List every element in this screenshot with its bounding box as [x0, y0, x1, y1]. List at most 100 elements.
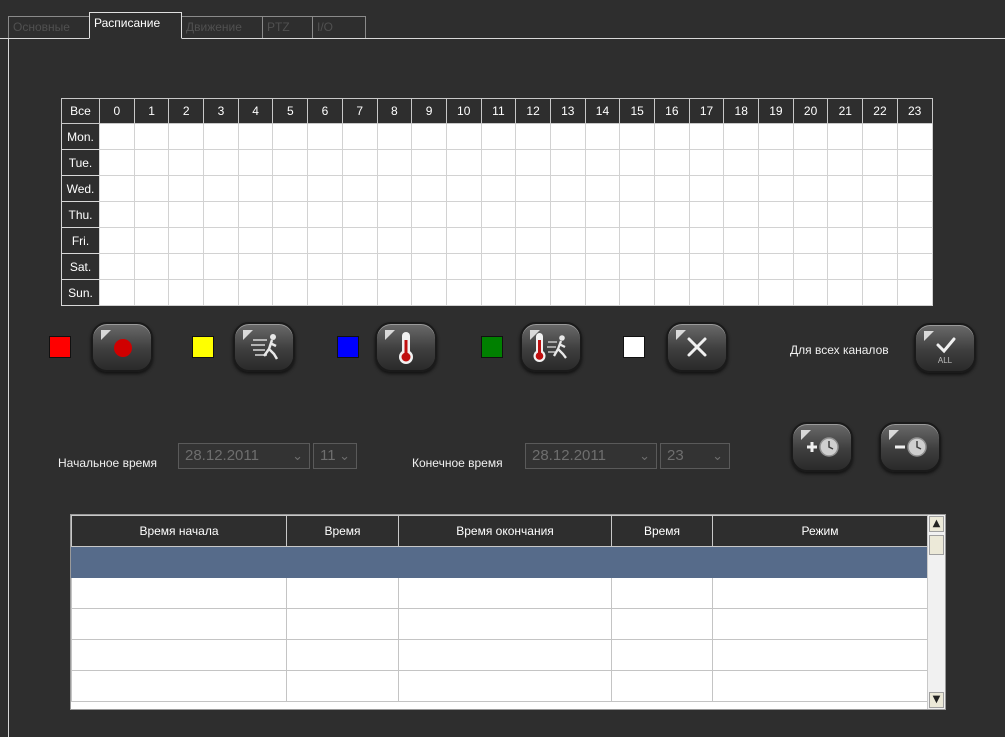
schedule-cell[interactable] — [203, 279, 239, 306]
schedule-cell[interactable] — [203, 227, 239, 254]
schedule-cell[interactable] — [272, 279, 309, 306]
tab-ptz[interactable]: PTZ — [262, 16, 313, 38]
schedule-cell[interactable] — [758, 253, 794, 280]
schedule-cell[interactable] — [272, 175, 309, 202]
schedule-cell[interactable] — [168, 227, 205, 254]
schedule-cell[interactable] — [480, 227, 517, 254]
schedule-cell[interactable] — [168, 279, 205, 306]
schedule-cell[interactable] — [99, 123, 135, 150]
schedule-cell[interactable] — [862, 149, 898, 176]
schedule-cell[interactable] — [480, 149, 517, 176]
schedule-cell[interactable] — [411, 227, 447, 254]
remove-time-button[interactable] — [879, 422, 941, 472]
start-hour-combo[interactable]: 11 ⌄ — [313, 443, 357, 469]
vertical-scrollbar[interactable]: ▲ ▼ — [927, 515, 945, 709]
schedule-cell[interactable] — [549, 149, 586, 176]
schedule-cell[interactable] — [203, 201, 239, 228]
schedule-cell[interactable] — [133, 279, 170, 306]
schedule-cell[interactable] — [827, 175, 864, 202]
schedule-cell[interactable] — [584, 149, 621, 176]
alarm-motion-mode-button[interactable] — [520, 322, 582, 372]
schedule-cell[interactable] — [203, 123, 239, 150]
schedule-cell[interactable] — [480, 279, 517, 306]
schedule-cell[interactable] — [654, 227, 690, 254]
schedule-cell[interactable] — [203, 253, 239, 280]
schedule-cell[interactable] — [307, 253, 343, 280]
schedule-cell[interactable] — [99, 201, 135, 228]
schedule-cell[interactable] — [272, 253, 309, 280]
schedule-cell[interactable] — [133, 253, 170, 280]
record-mode-button[interactable] — [91, 322, 153, 372]
hour-header[interactable]: 21 — [827, 98, 864, 124]
schedule-cell[interactable] — [688, 149, 725, 176]
schedule-cell[interactable] — [792, 149, 829, 176]
day-label[interactable]: Mon. — [61, 123, 100, 150]
schedule-cell[interactable] — [307, 227, 343, 254]
schedule-cell[interactable] — [723, 123, 760, 150]
table-row[interactable] — [71, 608, 928, 640]
schedule-cell[interactable] — [758, 149, 794, 176]
schedule-cell[interactable] — [133, 227, 170, 254]
hour-header[interactable]: 8 — [376, 98, 413, 124]
hour-header[interactable]: 5 — [272, 98, 309, 124]
schedule-cell[interactable] — [654, 279, 690, 306]
hour-header[interactable]: 4 — [237, 98, 274, 124]
schedule-cell[interactable] — [549, 201, 586, 228]
schedule-cell[interactable] — [654, 201, 690, 228]
select-all-button[interactable]: Все — [61, 98, 100, 124]
schedule-cell[interactable] — [480, 201, 517, 228]
schedule-cell[interactable] — [411, 175, 447, 202]
schedule-cell[interactable] — [896, 279, 933, 306]
schedule-cell[interactable] — [272, 149, 309, 176]
schedule-cell[interactable] — [237, 227, 274, 254]
schedule-cell[interactable] — [237, 279, 274, 306]
schedule-cell[interactable] — [307, 201, 343, 228]
schedule-cell[interactable] — [758, 201, 794, 228]
motion-mode-button[interactable] — [233, 322, 295, 372]
schedule-cell[interactable] — [411, 123, 447, 150]
schedule-cell[interactable] — [688, 201, 725, 228]
hour-header[interactable]: 0 — [99, 98, 135, 124]
schedule-cell[interactable] — [549, 175, 586, 202]
day-label[interactable]: Sun. — [61, 279, 100, 306]
schedule-cell[interactable] — [896, 201, 933, 228]
schedule-cell[interactable] — [688, 123, 725, 150]
clear-mode-button[interactable] — [666, 322, 728, 372]
schedule-cell[interactable] — [827, 227, 864, 254]
hour-header[interactable]: 9 — [411, 98, 447, 124]
schedule-cell[interactable] — [654, 253, 690, 280]
hour-header[interactable]: 2 — [168, 98, 205, 124]
schedule-cell[interactable] — [827, 149, 864, 176]
schedule-cell[interactable] — [411, 149, 447, 176]
schedule-cell[interactable] — [896, 253, 933, 280]
schedule-cell[interactable] — [619, 227, 655, 254]
hour-header[interactable]: 11 — [480, 98, 517, 124]
schedule-cell[interactable] — [168, 149, 205, 176]
column-header-start-time[interactable]: Время начала — [71, 515, 287, 547]
schedule-cell[interactable] — [237, 201, 274, 228]
schedule-cell[interactable] — [549, 279, 586, 306]
schedule-cell[interactable] — [445, 253, 482, 280]
tab-motion[interactable]: Движение — [181, 16, 263, 38]
tab-basic[interactable]: Основные — [8, 16, 90, 38]
scroll-thumb[interactable] — [929, 535, 944, 555]
schedule-cell[interactable] — [723, 201, 760, 228]
schedule-cell[interactable] — [307, 149, 343, 176]
schedule-cell[interactable] — [654, 149, 690, 176]
schedule-cell[interactable] — [99, 227, 135, 254]
schedule-cell[interactable] — [445, 123, 482, 150]
alarm-mode-button[interactable] — [375, 322, 437, 372]
schedule-cell[interactable] — [619, 253, 655, 280]
schedule-cell[interactable] — [584, 123, 621, 150]
day-label[interactable]: Thu. — [61, 201, 100, 228]
end-date-combo[interactable]: 28.12.2011 ⌄ — [525, 443, 657, 469]
table-row[interactable] — [71, 639, 928, 671]
hour-header[interactable]: 17 — [688, 98, 725, 124]
hour-header[interactable]: 3 — [203, 98, 239, 124]
schedule-cell[interactable] — [445, 201, 482, 228]
column-header-mode[interactable]: Режим — [712, 515, 928, 547]
schedule-cell[interactable] — [411, 201, 447, 228]
schedule-cell[interactable] — [549, 253, 586, 280]
schedule-cell[interactable] — [376, 227, 413, 254]
schedule-cell[interactable] — [549, 227, 586, 254]
